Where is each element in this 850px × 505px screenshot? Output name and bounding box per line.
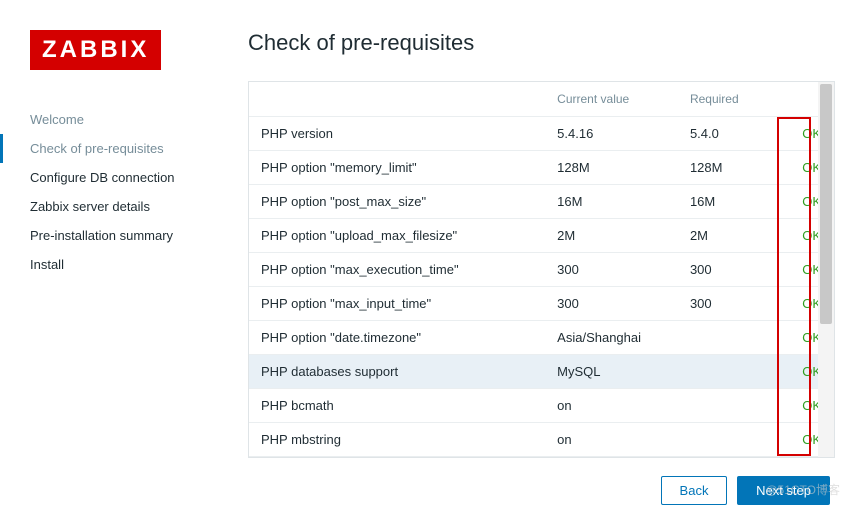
table-row: PHP bcmathonOK	[249, 389, 834, 423]
cell-name: PHP version	[249, 117, 545, 151]
cell-name: PHP bcmath	[249, 389, 545, 423]
cell-name: PHP option "upload_max_filesize"	[249, 219, 545, 253]
table-row: PHP databases supportMySQLOK	[249, 355, 834, 389]
cell-required	[678, 321, 790, 355]
cell-name: PHP option "post_max_size"	[249, 185, 545, 219]
sidebar: ZABBIX Welcome Check of pre-requisites C…	[15, 30, 233, 486]
cell-name: PHP option "date.timezone"	[249, 321, 545, 355]
table-row: PHP mbstringonOK	[249, 423, 834, 457]
cell-required: 5.4.0	[678, 117, 790, 151]
table-row: PHP option "date.timezone"Asia/ShanghaiO…	[249, 321, 834, 355]
cell-required: 300	[678, 253, 790, 287]
sidebar-item-prerequisites[interactable]: Check of pre-requisites	[30, 134, 213, 163]
table-row: PHP version5.4.165.4.0OK	[249, 117, 834, 151]
setup-container: ZABBIX Welcome Check of pre-requisites C…	[0, 0, 850, 501]
cell-current: 128M	[545, 151, 678, 185]
cell-current: 300	[545, 253, 678, 287]
table-row: PHP option "memory_limit"128M128MOK	[249, 151, 834, 185]
cell-name: PHP databases support	[249, 355, 545, 389]
sidebar-item-summary[interactable]: Pre-installation summary	[30, 221, 213, 250]
cell-required: 300	[678, 287, 790, 321]
main-content: Check of pre-requisites Current value Re…	[233, 30, 835, 486]
cell-current: 5.4.16	[545, 117, 678, 151]
zabbix-logo: ZABBIX	[30, 30, 161, 70]
cell-required: 16M	[678, 185, 790, 219]
cell-required	[678, 355, 790, 389]
cell-current: MySQL	[545, 355, 678, 389]
scrollbar[interactable]	[818, 82, 834, 457]
table-row: PHP option "max_input_time"300300OK	[249, 287, 834, 321]
cell-name: PHP option "memory_limit"	[249, 151, 545, 185]
scrollbar-thumb[interactable]	[820, 84, 832, 324]
nav-list: Welcome Check of pre-requisites Configur…	[30, 105, 213, 279]
header-current: Current value	[545, 82, 678, 117]
table-header-row: Current value Required	[249, 82, 834, 117]
cell-current: Asia/Shanghai	[545, 321, 678, 355]
cell-current: 300	[545, 287, 678, 321]
sidebar-item-server[interactable]: Zabbix server details	[30, 192, 213, 221]
table-row: PHP option "post_max_size"16M16MOK	[249, 185, 834, 219]
cell-current: on	[545, 423, 678, 457]
sidebar-item-welcome[interactable]: Welcome	[30, 105, 213, 134]
sidebar-item-db[interactable]: Configure DB connection	[30, 163, 213, 192]
header-required: Required	[678, 82, 790, 117]
table-row: PHP option "upload_max_filesize"2M2MOK	[249, 219, 834, 253]
cell-current: on	[545, 389, 678, 423]
cell-name: PHP mbstring	[249, 423, 545, 457]
header-name	[249, 82, 545, 117]
cell-current: 16M	[545, 185, 678, 219]
page-title: Check of pre-requisites	[248, 30, 835, 56]
cell-name: PHP option "max_execution_time"	[249, 253, 545, 287]
table-row: PHP option "max_execution_time"300300OK	[249, 253, 834, 287]
cell-current: 2M	[545, 219, 678, 253]
cell-name: PHP option "max_input_time"	[249, 287, 545, 321]
sidebar-item-install[interactable]: Install	[30, 250, 213, 279]
cell-required	[678, 423, 790, 457]
requirements-table-wrapper: Current value Required PHP version5.4.16…	[248, 81, 835, 458]
cell-required: 2M	[678, 219, 790, 253]
cell-required	[678, 389, 790, 423]
cell-required: 128M	[678, 151, 790, 185]
watermark: @51CTO博客	[765, 481, 840, 498]
requirements-table: Current value Required PHP version5.4.16…	[249, 82, 834, 457]
